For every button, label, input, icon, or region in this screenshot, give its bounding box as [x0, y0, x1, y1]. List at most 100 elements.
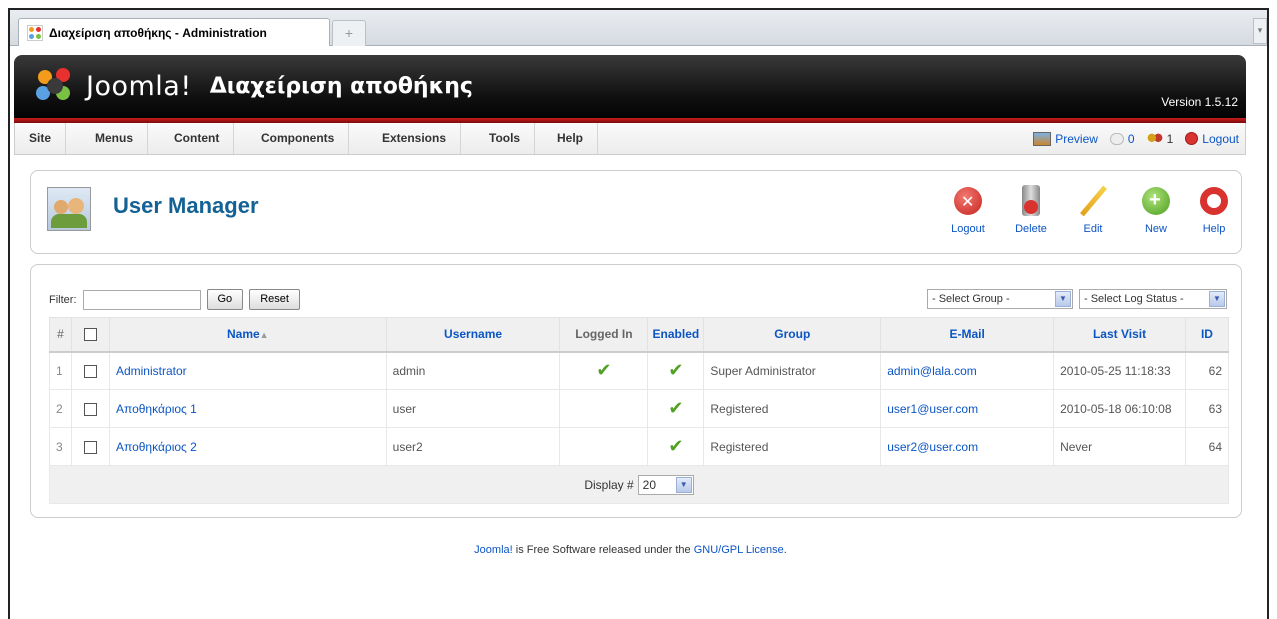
check-icon[interactable]: ✔: [668, 398, 683, 418]
reset-button[interactable]: Reset: [249, 289, 300, 310]
trash-icon: [1015, 185, 1047, 217]
row-checkbox[interactable]: [83, 440, 97, 454]
filter-input[interactable]: [82, 289, 201, 310]
user-name-cell: Αποθηκάριος 1: [108, 389, 387, 428]
joomla-logo-icon: [34, 68, 80, 104]
delete-button[interactable]: Delete: [1006, 185, 1056, 235]
chevron-down-icon: ▼: [1055, 291, 1071, 307]
user-name-cell: Administrator: [108, 351, 387, 390]
enabled-cell: ✔: [647, 427, 705, 466]
footer: Joomla! is Free Software released under …: [0, 544, 1261, 556]
check-icon[interactable]: ✔: [668, 436, 683, 456]
messages-count-value: 0: [1127, 131, 1135, 146]
display-limit: Display # 20 ▼: [584, 474, 694, 495]
messages-count[interactable]: 0: [1109, 131, 1135, 146]
logout-icon: ✕: [952, 185, 984, 217]
help-button[interactable]: Help: [1189, 185, 1239, 235]
id-cell: 64: [1184, 427, 1230, 466]
user-name-link[interactable]: Αποθηκάριος 2: [116, 440, 197, 454]
display-label: Display #: [584, 477, 634, 492]
menu-content[interactable]: Content: [160, 123, 235, 154]
menu-help[interactable]: Help: [543, 123, 599, 154]
preview-link[interactable]: Preview: [1033, 131, 1098, 146]
table-row: 3 Αποθηκάριος 2 user2 ✔ Registered user2…: [49, 427, 1230, 466]
select-group-dropdown[interactable]: - Select Group - ▼: [927, 289, 1073, 309]
joomla-link[interactable]: Joomla!: [474, 544, 513, 556]
footer-end: .: [783, 544, 787, 556]
enabled-cell: ✔: [647, 351, 705, 390]
menu-extensions[interactable]: Extensions: [368, 123, 462, 154]
browser-tab-title: Διαχείριση αποθήκης - Administration: [49, 25, 267, 40]
user-name-link[interactable]: Αποθηκάριος 1: [116, 402, 197, 416]
display-limit-value: 20: [642, 477, 657, 492]
email-link[interactable]: user1@user.com: [887, 402, 978, 416]
email-cell: user1@user.com: [880, 389, 1055, 428]
joomla-logo[interactable]: Joomla! Διαχείριση αποθήκης: [34, 68, 473, 104]
footer-text: is Free Software released under the: [512, 544, 694, 556]
pencil-icon: [1077, 185, 1109, 217]
user-list-panel: Filter: Go Reset - Select Group - ▼ - Se…: [30, 264, 1242, 518]
col-last-visit-header[interactable]: Last Visit: [1053, 317, 1186, 353]
admin-menu-bar: Site Menus Content Components Extensions…: [14, 123, 1246, 155]
id-cell: 63: [1184, 389, 1230, 428]
email-link[interactable]: user2@user.com: [887, 440, 978, 454]
check-icon: ✔: [596, 360, 612, 381]
col-group-header[interactable]: Group: [703, 317, 882, 353]
check-icon[interactable]: ✔: [668, 360, 683, 380]
col-number-header: #: [49, 317, 72, 353]
last-visit-cell: Never: [1053, 427, 1186, 466]
add-icon: +: [1140, 185, 1172, 217]
users-table: # Name▲ Username Logged In Enabled Group…: [49, 317, 1230, 504]
filter-bar: Filter: Go Reset: [49, 289, 300, 310]
status-area: Preview 0 1 Logout: [1033, 123, 1239, 154]
new-button[interactable]: + New: [1131, 185, 1181, 235]
col-enabled-header[interactable]: Enabled: [647, 317, 705, 353]
menu-site[interactable]: Site: [15, 123, 67, 154]
menu-menus[interactable]: Menus: [81, 123, 149, 154]
col-username-header[interactable]: Username: [385, 317, 561, 353]
select-all-checkbox[interactable]: [83, 328, 97, 342]
logout-link[interactable]: Logout: [1185, 132, 1239, 146]
browser-tab-active[interactable]: Διαχείριση αποθήκης - Administration: [18, 18, 330, 46]
user-name-link[interactable]: Administrator: [116, 364, 187, 378]
chevron-down-icon: ▼: [675, 476, 692, 493]
col-email-header[interactable]: E-Mail: [880, 317, 1055, 353]
row-checkbox[interactable]: [83, 402, 97, 416]
select-log-status-dropdown[interactable]: - Select Log Status - ▼: [1079, 289, 1227, 309]
lifebuoy-icon: [1198, 185, 1230, 217]
col-select-all: [70, 317, 110, 353]
name-header-label: Name: [226, 327, 260, 342]
logout-label: Logout: [1202, 131, 1239, 146]
preview-icon: [1033, 131, 1052, 146]
row-select-cell: [70, 389, 110, 428]
tab-list-chevron-icon[interactable]: ▾: [1253, 18, 1267, 44]
select-group-value: - Select Group -: [932, 293, 1010, 305]
user-manager-icon: [47, 187, 91, 231]
row-number: 1: [49, 351, 72, 390]
row-checkbox[interactable]: [83, 364, 97, 378]
col-id-header[interactable]: ID: [1184, 317, 1230, 353]
edit-button[interactable]: Edit: [1068, 185, 1118, 235]
row-select-cell: [70, 351, 110, 390]
pagination-cell: Display # 20 ▼: [49, 465, 1229, 504]
last-visit-cell: 2010-05-25 11:18:33: [1053, 351, 1186, 390]
gpl-license-link[interactable]: GNU/GPL License: [694, 544, 784, 556]
logout-button[interactable]: ✕ Logout: [943, 185, 993, 235]
users-online-count[interactable]: 1: [1146, 132, 1173, 146]
table-header-row: # Name▲ Username Logged In Enabled Group…: [49, 317, 1230, 353]
browser-tab-bar: Διαχείριση αποθήκης - Administration + ▾: [10, 10, 1267, 46]
menu-tools[interactable]: Tools: [475, 123, 536, 154]
email-link[interactable]: admin@lala.com: [887, 364, 977, 378]
delete-button-label: Delete: [1015, 223, 1047, 235]
new-tab-button[interactable]: +: [332, 20, 366, 46]
display-limit-select[interactable]: 20 ▼: [637, 474, 694, 495]
logout-icon: [1185, 132, 1199, 145]
go-button[interactable]: Go: [206, 289, 244, 310]
username-cell: user: [385, 389, 561, 428]
email-cell: admin@lala.com: [880, 351, 1055, 390]
username-cell: user2: [385, 427, 561, 466]
col-name-header[interactable]: Name▲: [108, 317, 387, 353]
menu-components[interactable]: Components: [247, 123, 350, 154]
page-title: User Manager: [113, 193, 259, 218]
col-logged-in-header: Logged In: [559, 317, 649, 353]
